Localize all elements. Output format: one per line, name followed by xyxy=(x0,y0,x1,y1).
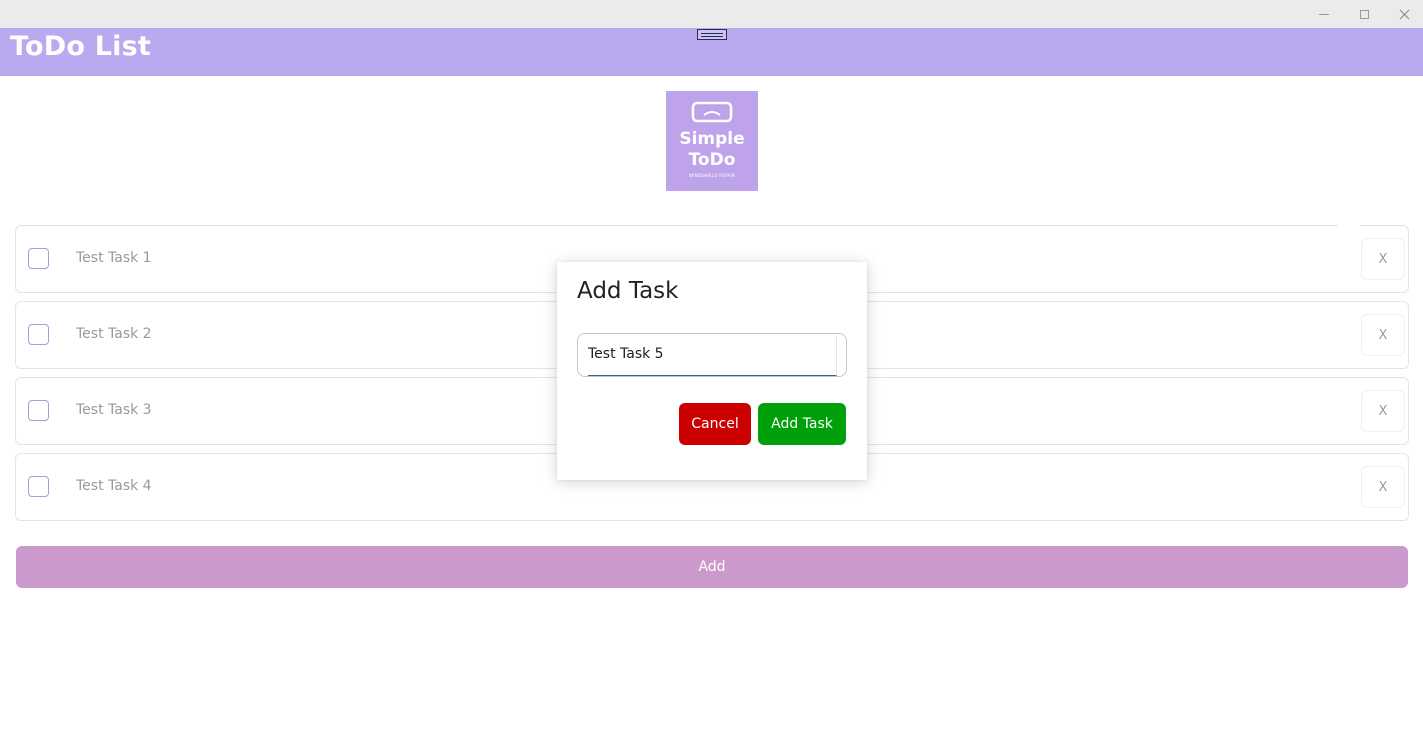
task-label: Test Task 2 xyxy=(76,326,152,342)
task-checkbox[interactable] xyxy=(28,476,49,497)
task-label: Test Task 3 xyxy=(76,402,152,418)
delete-task-button[interactable]: X xyxy=(1361,466,1405,508)
app-header: ToDo List xyxy=(0,28,1423,76)
windshield-icon xyxy=(691,101,733,123)
minimize-icon[interactable] xyxy=(1304,0,1344,28)
row-notch xyxy=(1338,225,1360,237)
task-name-field[interactable] xyxy=(577,333,847,377)
maximize-icon[interactable] xyxy=(1344,0,1384,28)
add-task-button[interactable]: Add Task xyxy=(758,403,846,445)
logo-text: Simple ToDo xyxy=(679,129,745,170)
window-titlebar[interactable] xyxy=(0,0,1423,28)
drag-handle-icon[interactable] xyxy=(697,29,727,40)
delete-task-button[interactable]: X xyxy=(1361,390,1405,432)
close-icon[interactable] xyxy=(1384,0,1423,28)
task-checkbox[interactable] xyxy=(28,400,49,421)
task-label: Test Task 1 xyxy=(76,250,152,266)
add-task-dialog: Add Task Cancel Add Task xyxy=(557,262,867,480)
task-label: Test Task 4 xyxy=(76,478,152,494)
logo-tagline: WINDSHIELD REPAIR xyxy=(688,173,736,178)
page-title: ToDo List xyxy=(10,31,151,62)
app-logo: Simple ToDo WINDSHIELD REPAIR xyxy=(666,91,758,191)
task-checkbox[interactable] xyxy=(28,324,49,345)
delete-task-button[interactable]: X xyxy=(1361,238,1405,280)
add-button[interactable]: Add xyxy=(16,546,1408,588)
task-name-input[interactable] xyxy=(588,342,818,366)
task-checkbox[interactable] xyxy=(28,248,49,269)
delete-task-button[interactable]: X xyxy=(1361,314,1405,356)
dialog-title: Add Task xyxy=(577,278,679,304)
cancel-button[interactable]: Cancel xyxy=(679,403,751,445)
